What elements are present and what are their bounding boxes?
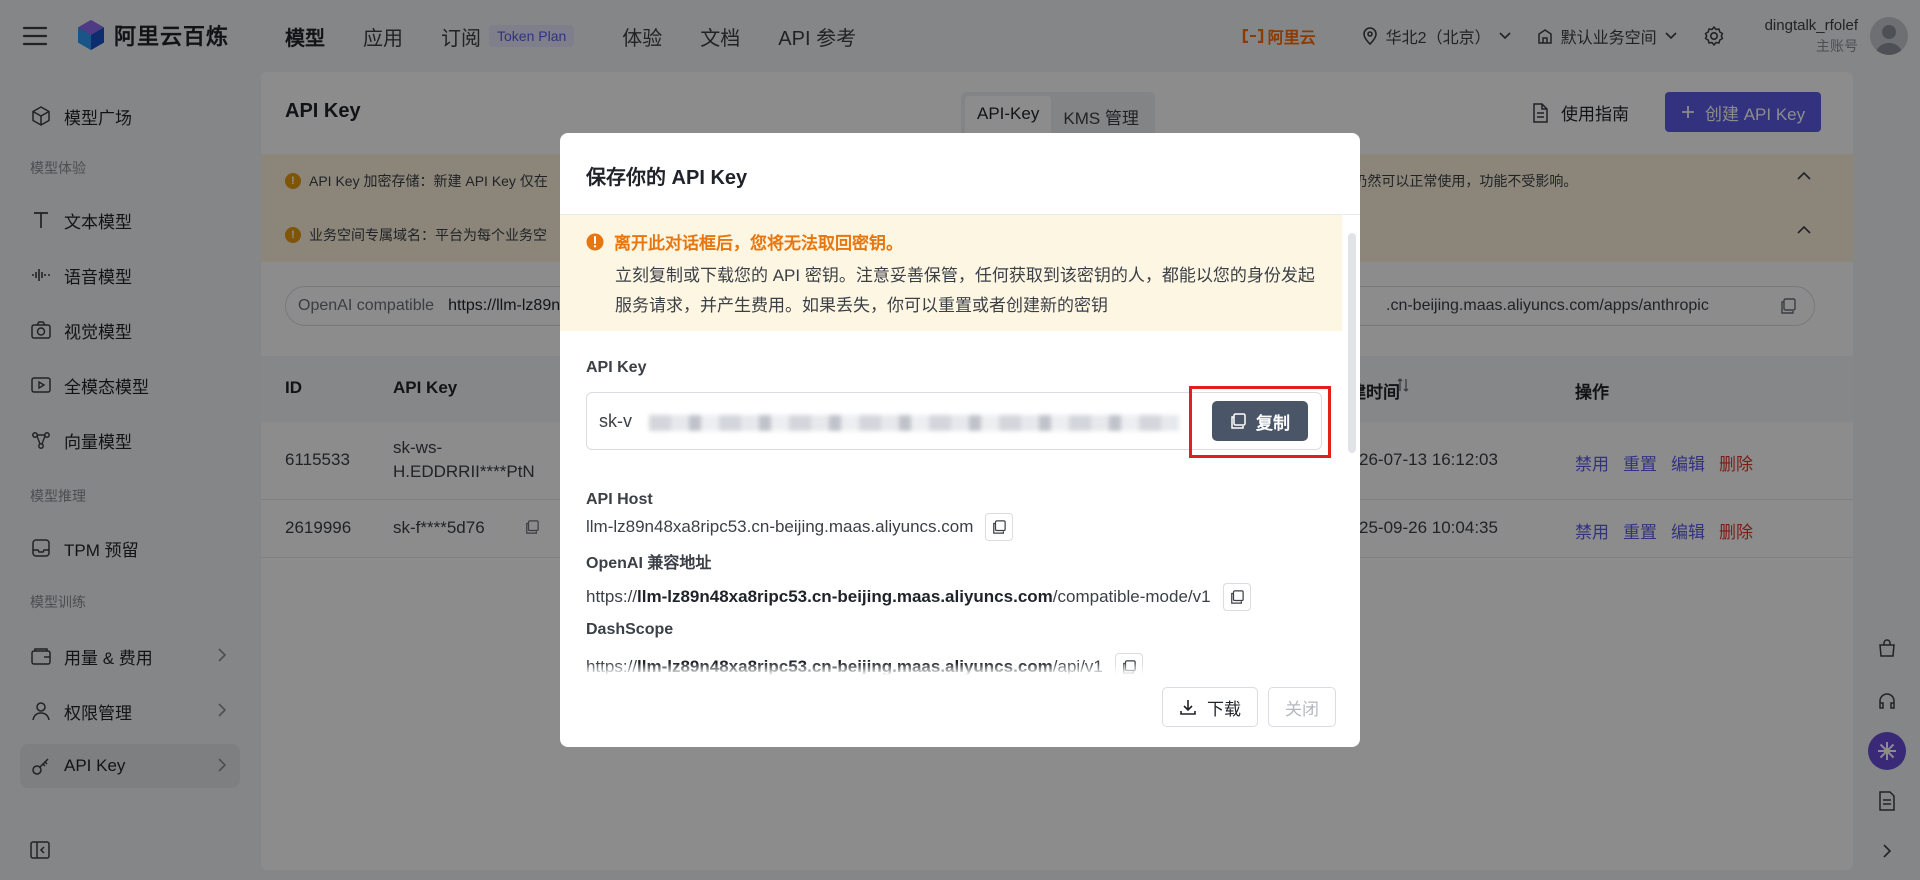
dialog-title: 保存你的 API Key (586, 167, 748, 189)
api-host-line: llm-lz89n48xa8ripc53.cn-beijing.maas.ali… (586, 513, 1014, 541)
url-prefix: https:// (586, 587, 638, 606)
close-button[interactable]: 关闭 (1268, 687, 1336, 727)
warning-title: 离开此对话框后，您将无法取回密钥。 (586, 229, 903, 254)
dashscope-label: DashScope (586, 621, 674, 638)
api-host-value: llm-lz89n48xa8ripc53.cn-beijing.maas.ali… (586, 517, 974, 536)
api-host-label: API Host (586, 491, 653, 508)
api-key-value: sk-v (599, 410, 632, 431)
warning-title-text: 离开此对话框后，您将无法取回密钥。 (614, 234, 903, 253)
warning-icon (586, 233, 604, 250)
api-key-label: API Key (586, 359, 647, 376)
openai-url-line: https://llm-lz89n48xa8ripc53.cn-beijing.… (586, 583, 1251, 611)
openai-url: https://llm-lz89n48xa8ripc53.cn-beijing.… (586, 587, 1211, 607)
dialog-footer: 下载 关闭 (1162, 687, 1336, 727)
warning-box: 离开此对话框后，您将无法取回密钥。 立刻复制或下载您的 API 密钥。注意妥善保… (560, 215, 1342, 331)
dialog-scrollbar[interactable] (1348, 223, 1356, 643)
url-host: llm-lz89n48xa8ripc53.cn-beijing.maas.ali… (637, 587, 1053, 606)
download-icon (1180, 700, 1196, 715)
url-suffix: /compatible-mode/v1 (1052, 587, 1211, 606)
save-api-key-dialog: 保存你的 API Key 离开此对话框后，您将无法取回密钥。 立刻复制或下载您的… (560, 133, 1360, 747)
warning-text: 立刻复制或下载您的 API 密钥。注意妥善保管，任何获取到该密钥的人，都能以您的… (615, 266, 1315, 315)
download-button[interactable]: 下载 (1162, 687, 1258, 727)
openai-label: OpenAI 兼容地址 (586, 555, 712, 572)
copy-icon[interactable] (1222, 583, 1251, 611)
scroll-thumb[interactable] (1348, 233, 1356, 453)
highlight-box (1189, 386, 1331, 458)
close-label: 关闭 (1285, 699, 1319, 719)
copy-icon[interactable] (985, 513, 1014, 541)
download-label: 下载 (1207, 699, 1241, 719)
masked-key-blur (649, 415, 1179, 431)
